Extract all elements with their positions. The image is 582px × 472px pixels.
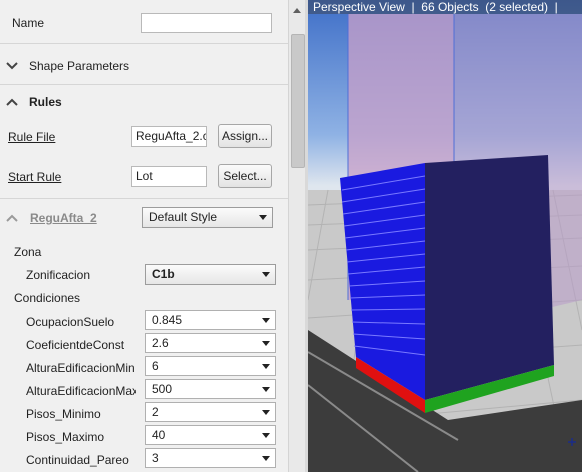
attribute-value: 2: [152, 405, 159, 419]
scrollbar-thumb[interactable]: [291, 34, 305, 168]
perspective-viewport[interactable]: Perspective View | 66 Objects (2 selecte…: [308, 0, 582, 472]
attribute-value: 0.845: [152, 313, 183, 327]
attribute-label: Pisos_Minimo: [26, 407, 101, 421]
attribute-label: CoeficientdeConst: [26, 338, 125, 352]
attribute-row: AlturaEdificacionMax 500: [0, 378, 288, 401]
rule-file-field[interactable]: ReguAfta_2.c: [131, 126, 207, 147]
attribute-dropdown[interactable]: 40: [145, 425, 276, 445]
chevron-down-icon: [262, 341, 270, 346]
chevron-down-icon: [262, 272, 270, 277]
rule-file-link[interactable]: Rule File: [8, 130, 55, 144]
select-button[interactable]: Select...: [218, 164, 272, 188]
attribute-label: OcupacionSuelo: [26, 315, 115, 329]
attribute-dropdown[interactable]: 6: [145, 356, 276, 376]
zonificacion-value: C1b: [152, 267, 175, 281]
assign-button[interactable]: Assign...: [218, 124, 272, 148]
attribute-row: OcupacionSuelo 0.845: [0, 309, 288, 332]
attribute-label: AlturaEdificacionMax: [26, 384, 136, 398]
zonificacion-label: Zonificacion: [26, 268, 91, 282]
chevron-up-icon[interactable]: [6, 96, 18, 108]
chevron-down-icon[interactable]: [6, 60, 18, 72]
rule-group-link[interactable]: ReguAfta_2: [30, 211, 97, 225]
shape-parameters-section[interactable]: Shape Parameters: [29, 59, 129, 73]
attribute-row: Pisos_Maximo 40: [0, 424, 288, 447]
inspector-panel: Name Shape Parameters Rules Rule File Re…: [0, 0, 289, 472]
attribute-row: Continuidad_Pareo 3: [0, 447, 288, 470]
attribute-dropdown[interactable]: 2: [145, 402, 276, 422]
divider: [0, 198, 288, 199]
attribute-value: 2.6: [152, 336, 169, 350]
attribute-row: AlturaEdificacionMin 6: [0, 355, 288, 378]
chevron-down-icon: [262, 456, 270, 461]
attribute-label: Pisos_Maximo: [26, 430, 105, 444]
attribute-value: 3: [152, 451, 159, 465]
attribute-dropdown[interactable]: 2.6: [145, 333, 276, 353]
start-rule-field[interactable]: Lot: [131, 166, 207, 187]
chevron-up-icon[interactable]: [6, 212, 18, 224]
style-value: Default Style: [149, 210, 218, 224]
zona-group-label: Zona: [14, 245, 42, 259]
attribute-dropdown[interactable]: 3: [145, 448, 276, 468]
chevron-down-icon: [262, 318, 270, 323]
inspector-scrollbar[interactable]: [288, 0, 306, 472]
attribute-value: 500: [152, 382, 173, 396]
attribute-value: 40: [152, 428, 166, 442]
scene-render: [308, 0, 582, 472]
attribute-value: 6: [152, 359, 159, 373]
attribute-row: Pisos_Minimo 2: [0, 401, 288, 424]
zonificacion-dropdown[interactable]: C1b: [145, 264, 276, 285]
attribute-dropdown[interactable]: 0.845: [145, 310, 276, 330]
chevron-down-icon: [262, 433, 270, 438]
rules-section[interactable]: Rules: [29, 95, 62, 109]
viewport-title: Perspective View | 66 Objects (2 selecte…: [308, 0, 582, 14]
name-label: Name: [12, 16, 45, 30]
attribute-dropdown[interactable]: 500: [145, 379, 276, 399]
attribute-label: AlturaEdificacionMin: [26, 361, 135, 375]
chevron-down-icon: [262, 364, 270, 369]
start-rule-link[interactable]: Start Rule: [8, 170, 61, 184]
chevron-down-icon: [262, 410, 270, 415]
style-dropdown[interactable]: Default Style: [142, 207, 273, 228]
condiciones-group-label: Condiciones: [14, 291, 81, 305]
chevron-down-icon: [259, 215, 267, 220]
scroll-up-icon[interactable]: [293, 8, 301, 13]
chevron-down-icon: [262, 387, 270, 392]
name-field[interactable]: [141, 13, 272, 33]
attribute-row: CoeficientdeConst 2.6: [0, 332, 288, 355]
attribute-label: Continuidad_Pareo: [26, 453, 129, 467]
divider: [0, 84, 288, 85]
divider: [0, 43, 288, 44]
